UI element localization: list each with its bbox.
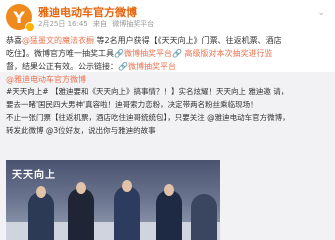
person-figure [156,190,182,240]
verified-badge-icon [25,22,35,32]
repost-author: @雅迪电动车官方微博 [6,74,329,86]
repost-line: 转发此微博 @3位好友，说出你与雅迪的故事 [6,126,156,135]
post-source-label: 来自 [93,20,107,28]
mention-link[interactable]: @猛墨文的魔法衣橱 [22,36,94,45]
post-text: 吃住】。微博官方唯一抽奖工具 [6,49,114,58]
person-figure [114,186,140,240]
avatar-letter: Y [13,7,25,27]
post-body: 恭喜@猛墨文的魔法衣橱 等2名用户获得【《天天向上》门票、往返机票、酒店 吃住】… [6,34,329,73]
person-figure [191,194,217,240]
repost-text: #天天向上# 【雅迪要和《天天向上》搞事情？！】实名炫耀！天天向上 雅迪邀 请，… [6,86,329,138]
person-head [164,184,174,196]
post-time: 2月25日 16:45 [38,20,88,28]
link-icon: 🔗 [171,49,182,58]
post-text[interactable]: 高级版对本次抽奖进行监 [182,49,272,58]
lottery-platform-link[interactable]: 微博抽奖平台 [124,49,172,58]
post-line-2: 吃住】。微博官方唯一抽奖工具🔗微博抽奖平台🔗 高级版对本次抽奖进行监 [6,47,329,60]
post-text: 恭喜 [6,36,22,45]
post-line-1: 恭喜@猛墨文的魔法衣橱 等2名用户获得【《天天向上》门票、往返机票、酒店 [6,34,329,47]
post-text: 等2名用户获得【《天天向上》门票、往返机票、酒店 [94,36,282,45]
person-figure [28,192,54,240]
repost-card[interactable]: @雅迪电动车官方微博 #天天向上# 【雅迪要和《天天向上》搞事情？！】实名炫耀！… [0,72,335,240]
post-client-link[interactable]: 微博抽奖平台 [112,20,154,28]
public-link[interactable]: 微博抽奖平台 [128,62,176,71]
repost-user-link[interactable]: @雅迪电动车官方微博 [6,75,86,84]
person-head [122,180,132,192]
post-header: Y 雅迪电动车官方微博 2月25日 16:45 来自 微博抽奖平台 ⌄ [6,2,329,34]
link-icon: 🔗 [114,49,124,58]
photo-caption: 天天向上 [12,170,56,181]
person-head [36,186,46,198]
person-head [76,182,86,194]
chevron-down-icon[interactable]: ⌄ [317,8,325,18]
post-meta: 2月25日 16:45 来自 微博抽奖平台 [38,19,157,29]
repost-line: 要去一睹'国民四大男神'真容啦！迪哥索力恋粉，决定带两名粉丝乘临现场！ [6,100,258,109]
repost-line: #天天向上# 【雅迪要和《天天向上》搞事情？！】实名炫耀！天天向上 雅迪邀 请， [6,87,289,96]
post-text: 督，结果公正有效。公示链接： [6,62,118,71]
repost-line: 不止一张门票【往返机票，酒店吃住迪哥统统包】，只要关注 @雅迪电动车官方微博， [6,113,290,122]
link-icon: 🔗 [118,62,128,71]
repost-photo[interactable]: 天天向上 [6,160,220,240]
user-name[interactable]: 雅迪电动车官方微博 [38,4,137,20]
person-figure [68,188,94,240]
